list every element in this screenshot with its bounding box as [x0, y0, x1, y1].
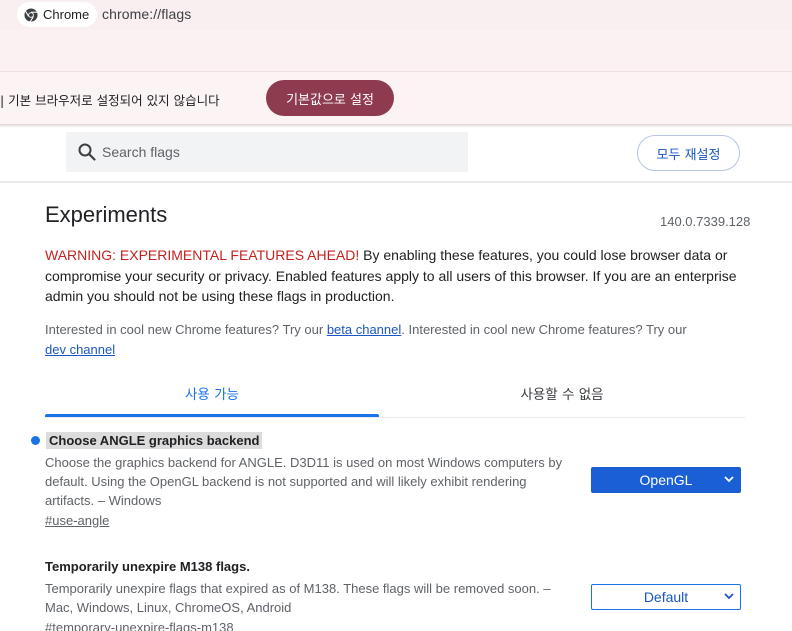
url-text[interactable]: chrome://flags: [102, 6, 191, 22]
page-title: Experiments: [45, 202, 168, 227]
interest-text-1: Interested in cool new Chrome features? …: [45, 322, 327, 337]
header-divider: [0, 181, 792, 183]
select-value: Default: [643, 589, 689, 605]
site-chip[interactable]: Chrome: [17, 2, 98, 27]
experiment-select[interactable]: OpenGL: [591, 467, 741, 493]
select-value: OpenGL: [639, 472, 693, 488]
experiment-description: Temporarily unexpire flags that expired …: [45, 581, 551, 615]
toolbar-gap: [0, 30, 792, 71]
search-box[interactable]: [66, 132, 468, 172]
default-browser-infobar: | 기본 브라우저로 설정되어 있지 않습니다 기본값으로 설정: [0, 71, 792, 125]
chevron-down-icon: [724, 476, 734, 483]
experiment-title: Choose ANGLE graphics backend: [46, 432, 263, 449]
dev-channel-link[interactable]: dev channel: [45, 342, 115, 357]
version-label: 140.0.7339.128: [660, 214, 751, 229]
experiment-tag-link[interactable]: #temporary-unexpire-flags-m138: [45, 620, 234, 631]
modified-indicator-dot: [31, 436, 40, 445]
chrome-icon: [24, 7, 38, 22]
reset-all-button[interactable]: 모두 재설정: [637, 135, 740, 171]
beta-channel-link[interactable]: beta channel: [327, 322, 401, 337]
tab-available[interactable]: 사용 가능: [45, 383, 379, 417]
search-input[interactable]: [102, 132, 462, 172]
chevron-down-icon: [724, 593, 734, 600]
interest-text-2: . Interested in cool new Chrome features…: [401, 322, 687, 337]
set-default-button[interactable]: 기본값으로 설정: [266, 80, 394, 116]
experiment-select[interactable]: Default: [591, 584, 741, 610]
infobar-shadow: [0, 125, 792, 128]
address-bar: Chrome chrome://flags: [0, 0, 792, 30]
channel-info: Interested in cool new Chrome features? …: [45, 320, 745, 360]
tab-unavailable[interactable]: 사용할 수 없음: [379, 383, 745, 417]
warning-text: WARNING: EXPERIMENTAL FEATURES AHEAD! By…: [45, 245, 745, 307]
experiment-description: Choose the graphics backend for ANGLE. D…: [45, 455, 563, 508]
experiment-title: Temporarily unexpire M138 flags.: [45, 559, 250, 574]
search-icon: [78, 143, 96, 161]
tabs-divider: [45, 417, 745, 418]
infobar-message: | 기본 브라우저로 설정되어 있지 않습니다: [0, 93, 220, 108]
experiment-tag-link[interactable]: #use-angle: [45, 513, 109, 528]
site-chip-label: Chrome: [43, 7, 90, 22]
warning-prefix: WARNING: EXPERIMENTAL FEATURES AHEAD!: [45, 247, 360, 263]
